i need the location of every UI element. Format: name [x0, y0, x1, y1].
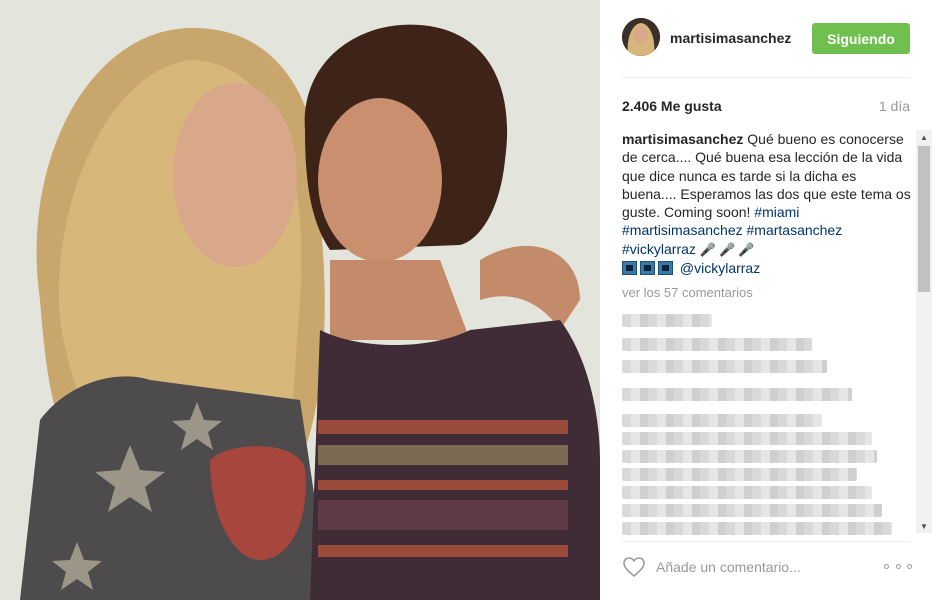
post-header: martisimasanchez Siguiendo	[600, 0, 934, 78]
blurred-comment	[622, 388, 852, 401]
ellipsis-icon	[884, 563, 889, 569]
blurred-comment	[622, 414, 822, 427]
post-username[interactable]: martisimasanchez	[670, 30, 791, 46]
comments-list: martisimasanchez Qué bueno es conocerse …	[622, 130, 912, 540]
scroll-up-arrow-icon[interactable]: ▲	[916, 130, 932, 144]
post-time[interactable]: 1 día	[879, 98, 910, 114]
microphone-icon: 🎤	[718, 241, 736, 257]
microphone-icon: 🎤	[699, 241, 716, 257]
caption-username[interactable]: martisimasanchez	[622, 131, 743, 147]
view-all-comments[interactable]: ver los 57 comentarios	[622, 285, 912, 300]
blue-square-icon	[658, 261, 673, 276]
blurred-comment	[622, 360, 827, 373]
likes-count[interactable]: 2.406 Me gusta	[622, 98, 722, 114]
scroll-thumb[interactable]	[918, 146, 930, 292]
header-divider	[622, 77, 910, 78]
hashtag[interactable]: #vickylarraz	[622, 241, 696, 257]
blurred-comment	[622, 522, 892, 535]
ellipsis-icon	[895, 563, 901, 569]
blurred-comment	[622, 504, 882, 517]
footer-divider	[622, 541, 910, 542]
options-button[interactable]	[884, 558, 912, 574]
blurred-comment	[622, 468, 857, 481]
post-photo[interactable]	[0, 0, 600, 600]
ellipsis-icon	[907, 563, 912, 569]
photo-illustration	[0, 0, 600, 600]
scroll-down-arrow-icon[interactable]: ▼	[916, 519, 932, 533]
comment-input[interactable]	[656, 556, 876, 578]
mention[interactable]: @vickylarraz	[680, 260, 760, 276]
hashtag[interactable]: #martisimasanchez	[622, 222, 743, 238]
hashtag[interactable]: #martasanchez	[747, 222, 843, 238]
blue-square-icon	[622, 261, 637, 276]
blue-square-icon	[640, 261, 655, 276]
avatar[interactable]	[622, 18, 660, 56]
blurred-comment	[622, 432, 872, 445]
blurred-comment	[622, 486, 872, 499]
microphone-icon: 🎤	[738, 241, 755, 257]
post-side-panel: martisimasanchez Siguiendo 2.406 Me gust…	[600, 0, 934, 600]
blurred-comment	[622, 314, 712, 327]
following-button[interactable]: Siguiendo	[812, 23, 910, 54]
blurred-comment	[622, 450, 877, 463]
heart-outline-icon	[623, 557, 645, 577]
hashtag[interactable]: #miami	[754, 204, 799, 220]
profile-photo-icon	[622, 18, 660, 56]
blurred-comment	[622, 338, 812, 351]
caption: martisimasanchez Qué bueno es conocerse …	[622, 130, 912, 277]
comments-scrollbar[interactable]: ▲ ▼	[916, 130, 932, 533]
like-button[interactable]	[622, 556, 646, 578]
